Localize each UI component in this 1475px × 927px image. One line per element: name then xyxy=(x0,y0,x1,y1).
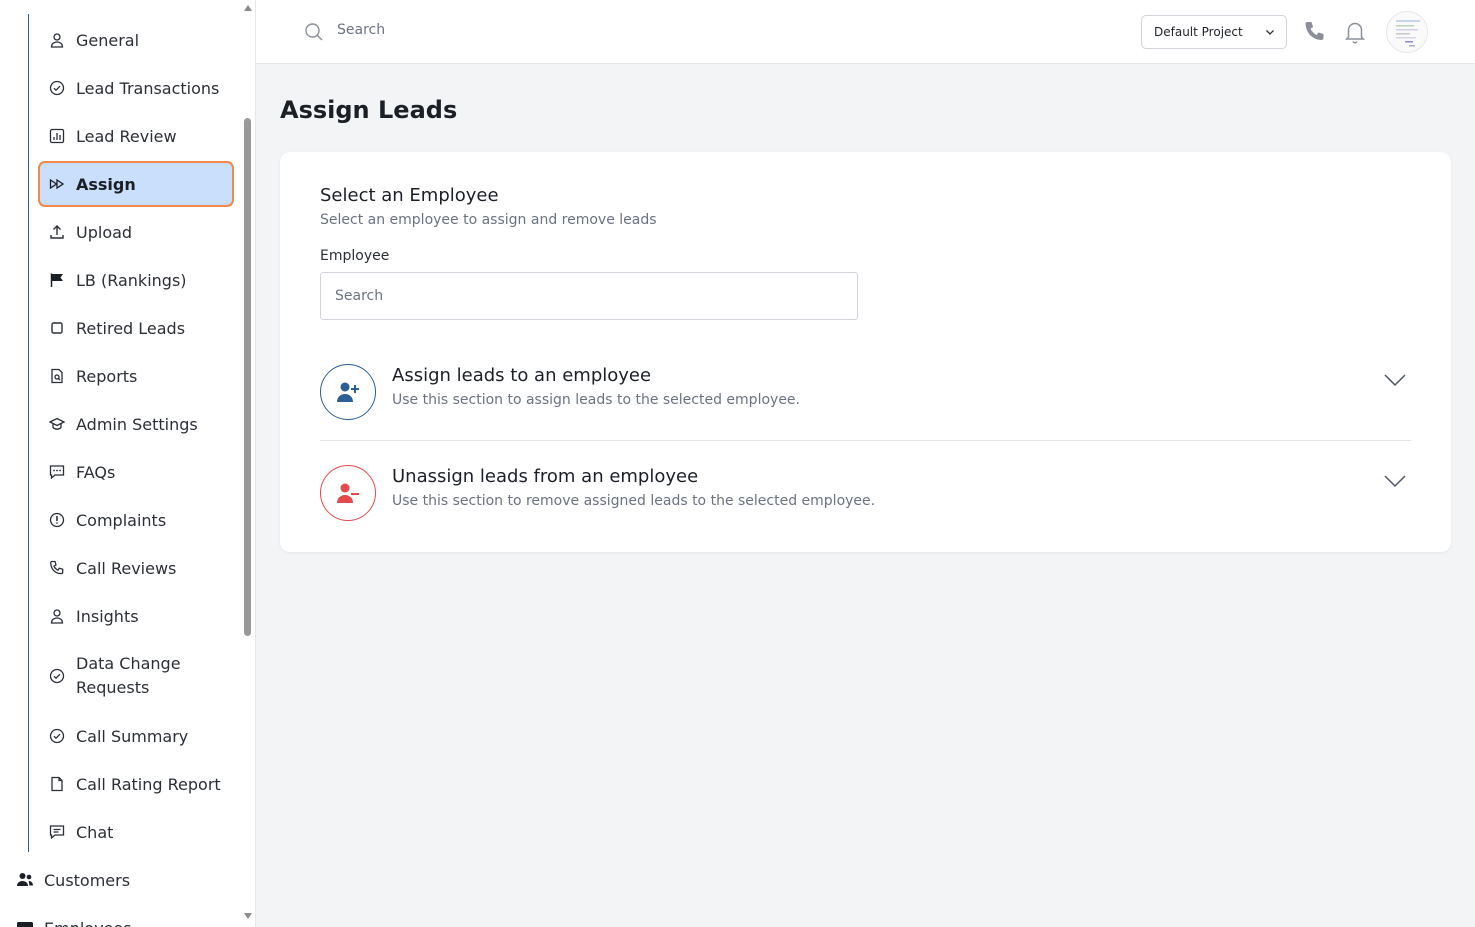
sidebar-item-lead-transactions[interactable]: Lead Transactions xyxy=(38,74,234,102)
phone-icon xyxy=(48,559,66,577)
sidebar-item-label: Call Reviews xyxy=(76,558,177,578)
check-circle-icon xyxy=(48,667,66,685)
assign-icon-circle xyxy=(320,364,376,420)
assign-card: Select an Employee Select an employee to… xyxy=(280,152,1451,552)
avatar[interactable] xyxy=(1386,11,1428,53)
assign-section-title: Assign leads to an employee xyxy=(392,365,652,386)
unassign-icon-circle xyxy=(320,465,376,521)
sidebar-item-label: Lead Transactions xyxy=(76,78,220,98)
sidebar-item-label: Lead Review xyxy=(76,126,177,146)
sidebar-item-customers[interactable]: Customers xyxy=(16,866,236,894)
sidebar-item-label: Retired Leads xyxy=(76,318,186,338)
chevron-down-icon[interactable] xyxy=(1383,368,1407,392)
project-select-value: Default Project xyxy=(1154,25,1243,39)
chevron-down-icon xyxy=(1266,30,1274,35)
sidebar-item-label: Employees xyxy=(44,919,132,927)
phone-icon[interactable] xyxy=(1302,19,1328,45)
upload-icon xyxy=(48,223,66,241)
card-title: Select an Employee xyxy=(320,185,499,206)
sidebar-item-label: Reports xyxy=(76,366,138,386)
flag-icon xyxy=(48,271,66,289)
sidebar-item-chat[interactable]: Chat xyxy=(38,818,234,846)
sidebar-item-label: Chat xyxy=(76,822,114,842)
search-input[interactable]: Search xyxy=(337,22,385,38)
sidebar-item-label: Insights xyxy=(76,606,139,626)
chat-bubble-icon xyxy=(48,463,66,481)
user-icon xyxy=(48,31,66,49)
unassign-section-desc: Use this section to remove assigned lead… xyxy=(392,493,876,509)
scroll-down-arrow-icon[interactable] xyxy=(244,913,252,919)
employee-field-label: Employee xyxy=(320,248,390,264)
search-icon xyxy=(305,23,323,41)
sidebar-item-employees[interactable]: Employees xyxy=(16,914,236,927)
alert-circle-icon xyxy=(48,511,66,529)
sidebar-item-label: Call Rating Report xyxy=(76,774,221,794)
bar-chart-icon xyxy=(48,127,66,145)
sidebar-item-call-reviews[interactable]: Call Reviews xyxy=(38,554,234,582)
sidebar-item-label: Upload xyxy=(76,222,133,242)
scroll-up-arrow-icon[interactable] xyxy=(244,5,252,11)
sidebar-item-call-summary[interactable]: Call Summary xyxy=(38,722,234,750)
card-subtitle: Select an employee to assign and remove … xyxy=(320,212,657,228)
assign-section-desc: Use this section to assign leads to the … xyxy=(392,392,800,408)
sidebar-item-label: Admin Settings xyxy=(76,414,198,434)
sidebar-item-data-change-requests[interactable]: Data Change Requests xyxy=(38,652,188,700)
sidebar-item-admin-settings[interactable]: Admin Settings xyxy=(38,410,234,438)
sidebar-item-retired-leads[interactable]: Retired Leads xyxy=(38,314,234,342)
report-file-icon xyxy=(48,367,66,385)
sidebar-item-general[interactable]: General xyxy=(38,26,234,54)
sidebar-item-lb-rankings[interactable]: LB (Rankings) xyxy=(38,266,234,294)
sidebar-item-call-rating-report[interactable]: Call Rating Report xyxy=(38,770,234,798)
sidebar-item-label: General xyxy=(76,30,140,50)
sidebar-item-label: Data Change Requests xyxy=(76,654,181,697)
check-circle-icon xyxy=(48,727,66,745)
bell-icon[interactable] xyxy=(1344,20,1366,44)
section-divider xyxy=(320,440,1411,441)
chevron-down-icon[interactable] xyxy=(1383,469,1407,493)
employee-search-input[interactable] xyxy=(320,272,858,320)
user-plus-icon xyxy=(337,382,359,402)
sidebar-item-label: Assign xyxy=(76,174,136,194)
sidebar-item-label: FAQs xyxy=(76,462,116,482)
check-circle-icon xyxy=(48,79,66,97)
fast-forward-icon xyxy=(48,175,66,193)
assign-leads-section[interactable]: Assign leads to an employee Use this sec… xyxy=(320,362,1411,442)
sidebar-item-faqs[interactable]: FAQs xyxy=(38,458,234,486)
sidebar-item-label: LB (Rankings) xyxy=(76,270,187,290)
users-icon xyxy=(16,871,34,889)
id-card-icon xyxy=(16,919,34,927)
sidebar-item-reports[interactable]: Reports xyxy=(38,362,234,390)
sidebar-item-assign[interactable]: Assign xyxy=(38,161,234,207)
sidebar-item-label: Customers xyxy=(44,870,131,890)
sidebar-item-complaints[interactable]: Complaints xyxy=(38,506,234,534)
page-title: Assign Leads xyxy=(280,96,458,124)
sidebar-item-upload[interactable]: Upload xyxy=(38,218,234,246)
sidebar: General Lead Transactions Lead Review As… xyxy=(0,0,256,927)
message-icon xyxy=(48,823,66,841)
sidebar-item-insights[interactable]: Insights xyxy=(38,602,234,630)
sidebar-item-label: Call Summary xyxy=(76,726,189,746)
sidebar-item-lead-review[interactable]: Lead Review xyxy=(38,122,234,150)
sidebar-item-label: Complaints xyxy=(76,510,167,530)
project-select[interactable]: Default Project xyxy=(1141,15,1287,49)
user-minus-icon xyxy=(337,483,359,503)
file-icon xyxy=(48,775,66,793)
user-icon xyxy=(48,607,66,625)
tree-line xyxy=(28,14,29,852)
scrollbar-thumb[interactable] xyxy=(244,118,251,636)
unassign-leads-section[interactable]: Unassign leads from an employee Use this… xyxy=(320,463,1411,543)
unassign-section-title: Unassign leads from an employee xyxy=(392,466,699,487)
graduation-cap-icon xyxy=(48,415,66,433)
square-icon xyxy=(48,319,66,337)
top-bar: Search Default Project xyxy=(256,0,1475,64)
